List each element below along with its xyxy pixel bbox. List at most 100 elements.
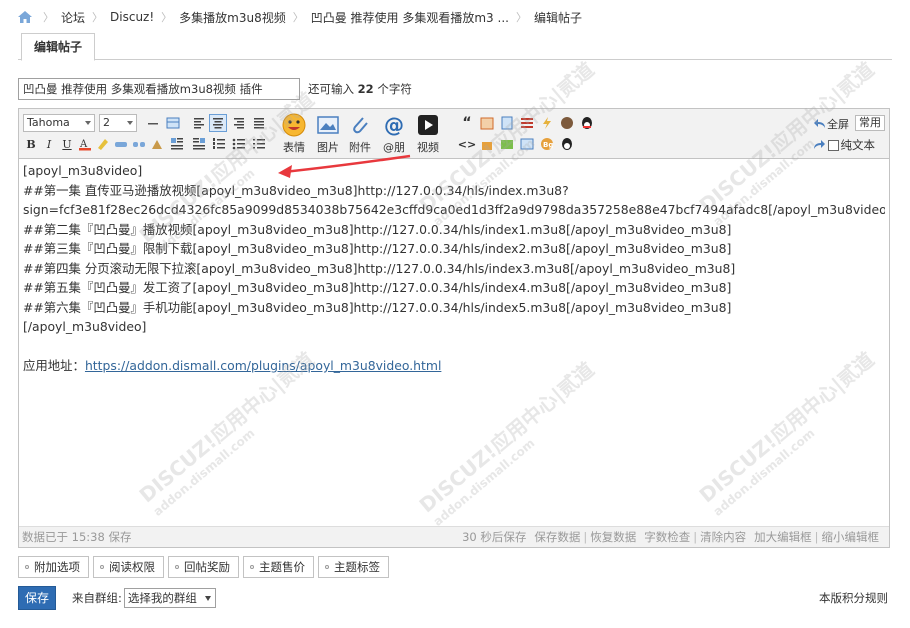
calendar-icon[interactable] (479, 115, 495, 131)
reply-reward-button[interactable]: 回帖奖励 (168, 556, 239, 578)
bold-icon[interactable]: B (23, 136, 39, 152)
float-right-icon[interactable] (191, 136, 207, 152)
app-address-label: 应用地址： (23, 358, 85, 373)
underline-icon[interactable]: U (59, 136, 75, 152)
content-line: ##第五集『凹凸曼』发工资了[apoyl_m3u8video_m3u8]http… (23, 280, 732, 295)
font-family-value: Tahoma (27, 116, 70, 129)
content-line: [apoyl_m3u8video] (23, 163, 143, 178)
music-icon[interactable] (559, 115, 575, 131)
svg-text:@: @ (384, 113, 404, 137)
app-address-link[interactable]: https://addon.dismall.com/plugins/apoyl_… (85, 358, 441, 373)
italic-icon[interactable]: I (41, 136, 57, 152)
horizontal-rule-icon[interactable] (145, 115, 161, 131)
align-justify-icon[interactable] (251, 115, 267, 131)
thread-price-label: 主题售价 (259, 560, 305, 574)
breadcrumb-separator: 〉 (43, 11, 54, 24)
content-line: ##第一集 直传亚马逊播放视频[apoyl_m3u8video_m3u8]htt… (23, 182, 569, 198)
bullet-icon (325, 565, 329, 569)
autosave-countdown: 30 秒后保存 (462, 530, 527, 544)
bullet-icon (100, 565, 104, 569)
flash-icon[interactable] (539, 115, 555, 131)
ordered-list-icon[interactable] (211, 136, 227, 152)
font-size-select[interactable]: 2 (99, 114, 137, 132)
separator: | (583, 530, 588, 544)
group-select[interactable]: 选择我的群组 (123, 588, 216, 608)
align-center-icon[interactable] (209, 114, 227, 132)
subject-hint: 还可输入 22 个字符 (308, 81, 412, 97)
link-icon[interactable] (113, 136, 129, 152)
font-color-icon[interactable]: A (77, 136, 93, 152)
enlarge-editor-link[interactable]: 加大编辑框 (754, 527, 812, 547)
tab-edit-post[interactable]: 编辑帖子 (21, 33, 96, 61)
breadcrumb-forum[interactable]: 论坛 (61, 9, 85, 26)
content-line: [/apoyl_m3u8video] (23, 319, 147, 334)
svg-text:Bg: Bg (543, 141, 553, 149)
editor: Tahoma 2 B I U A 表情 图片 附件 @ @朋 视频 “ <> B… (18, 108, 890, 548)
image-icon (316, 113, 340, 137)
breadcrumb: 〉 论坛 〉 Discuz! 〉 多集播放m3u8视频 〉 凹凸曼 推荐使用 多… (18, 8, 582, 26)
save-button[interactable]: 保存 (18, 586, 56, 610)
extra-options-button[interactable]: 附加选项 (18, 556, 89, 578)
play-icon (416, 113, 440, 137)
table-icon[interactable] (165, 115, 181, 131)
save-data-link[interactable]: 保存数据 (534, 527, 580, 547)
bullet-icon (250, 565, 254, 569)
clear-content-link[interactable]: 清除内容 (700, 527, 746, 547)
common-button[interactable]: 常用 (855, 115, 885, 131)
smiley-icon (282, 113, 306, 137)
font-family-select[interactable]: Tahoma (23, 114, 95, 132)
paperclip-icon (348, 113, 372, 137)
sale-icon[interactable] (519, 136, 535, 152)
breadcrumb-separator: 〉 (515, 11, 527, 24)
paste-icon[interactable] (149, 136, 165, 152)
editor-statusbar: 数据已于 15:38 保存 30 秒后保存 保存数据 | 恢复数据 字数检查 |… (19, 526, 889, 547)
score-rules-link[interactable]: 本版积分规则 (819, 590, 888, 606)
unlink-icon[interactable] (131, 136, 147, 152)
subject-input[interactable] (18, 78, 300, 100)
password-icon[interactable] (499, 136, 515, 152)
qq-status-icon[interactable] (559, 136, 575, 152)
font-size-value: 2 (103, 116, 110, 129)
plaintext-checkbox[interactable] (827, 139, 839, 151)
submit-row: 保存 来自群组: 选择我的群组 (18, 586, 216, 610)
quote-icon[interactable]: “ (459, 115, 475, 131)
group-select-value: 选择我的群组 (127, 591, 197, 605)
qq-icon[interactable] (579, 115, 595, 131)
restore-data-link[interactable]: 恢复数据 (590, 527, 636, 547)
hide-icon[interactable] (479, 136, 495, 152)
background-color-icon[interactable] (95, 136, 111, 152)
shrink-editor-link[interactable]: 缩小编辑框 (822, 527, 880, 547)
bg-icon[interactable]: Bg (539, 136, 555, 152)
subject-hint-prefix: 还可输入 (308, 82, 354, 96)
unordered-list-icon[interactable] (231, 136, 247, 152)
chevron-down-icon (204, 596, 211, 601)
at-icon: @ (382, 113, 406, 137)
content-line: ##第四集 分页滚动无限下拉滚[apoyl_m3u8video_m3u8]htt… (23, 260, 736, 276)
read-permission-button[interactable]: 阅读权限 (93, 556, 164, 578)
float-left-icon[interactable] (169, 136, 185, 152)
thread-price-button[interactable]: 主题售价 (243, 556, 314, 578)
fullscreen-button[interactable]: 全屏 (813, 116, 849, 132)
editor-content[interactable]: [apoyl_m3u8video] ##第一集 直传亚马逊播放视频[apoyl_… (23, 161, 885, 525)
extra-options-row: 附加选项 阅读权限 回帖奖励 主题售价 主题标签 (18, 556, 393, 578)
content-line: sign=fcf3e81f28ec26dcd4326fc85a9099d8534… (23, 202, 885, 217)
app-address-line: 应用地址：https://addon.dismall.com/plugins/a… (23, 356, 885, 376)
breadcrumb-thread[interactable]: 凹凸曼 推荐使用 多集观看播放m3 ... (311, 9, 509, 26)
plaintext-toggle[interactable]: 纯文本 (812, 137, 876, 153)
plaintext-label: 纯文本 (840, 138, 876, 152)
code-icon[interactable]: <> (458, 136, 476, 152)
breadcrumb-discuz[interactable]: Discuz! (110, 10, 154, 24)
list-icon[interactable] (519, 115, 535, 131)
thread-tags-button[interactable]: 主题标签 (318, 556, 389, 578)
document-icon[interactable] (499, 115, 515, 131)
undo-arrow-icon (814, 119, 825, 128)
align-right-icon[interactable] (231, 115, 247, 131)
breadcrumb-separator: 〉 (92, 11, 104, 24)
breadcrumb-board[interactable]: 多集播放m3u8视频 (179, 9, 286, 26)
extra-options-label: 附加选项 (34, 560, 80, 574)
check-length-link[interactable]: 字数检查 (644, 527, 690, 547)
status-actions: 30 秒后保存 保存数据 | 恢复数据 字数检查 | 清除内容 加大编辑框 | … (454, 527, 879, 547)
align-left-icon[interactable] (191, 115, 207, 131)
fullscreen-label: 全屏 (827, 118, 849, 131)
home-icon[interactable] (18, 11, 32, 23)
